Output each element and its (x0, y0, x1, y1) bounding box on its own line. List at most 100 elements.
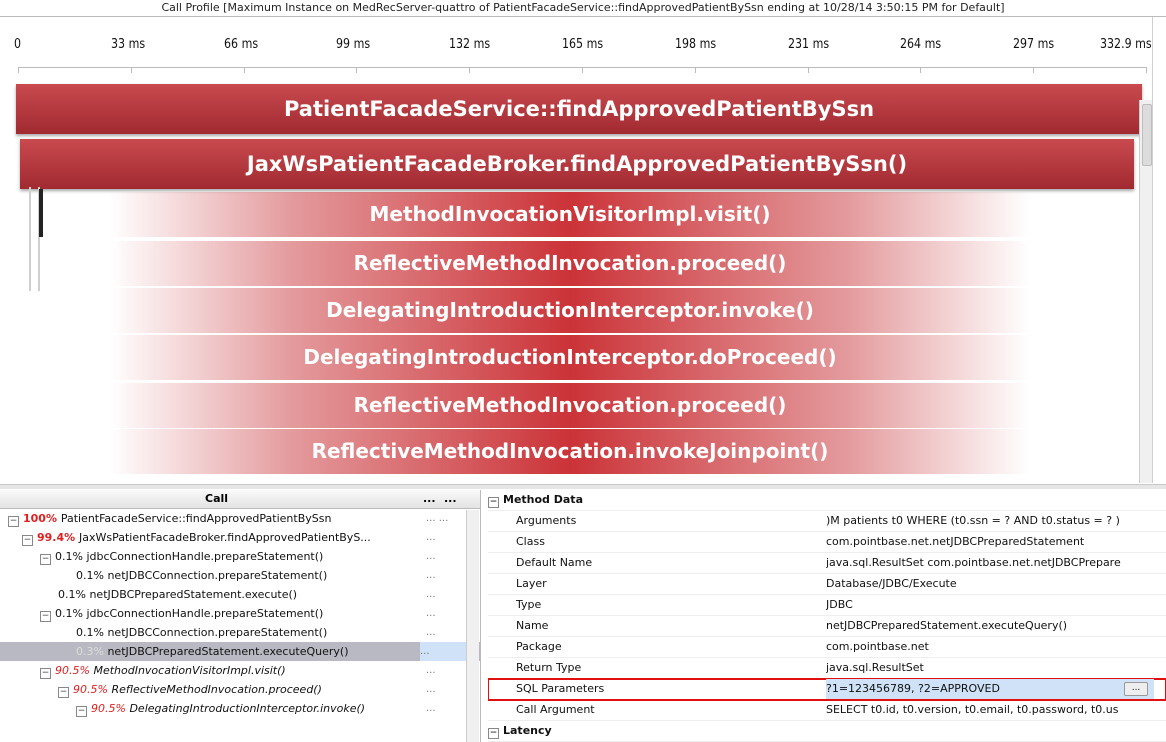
call-percent: 90.5% (73, 683, 112, 696)
row-extra: ... (426, 665, 436, 676)
call-percent: 100% (23, 512, 61, 525)
latency-section[interactable]: Latency (503, 724, 552, 737)
call-tree-scrollbar[interactable] (466, 510, 479, 742)
row-extra: ... (426, 608, 436, 619)
call-percent: 0.3% (76, 645, 108, 658)
flame-bar[interactable]: PatientFacadeService::findApprovedPatien… (16, 84, 1142, 134)
column-header[interactable]: ... (444, 490, 457, 507)
call-label: ReflectiveMethodInvocation.proceed() (111, 683, 322, 696)
property-key: Type (516, 598, 542, 611)
property-row[interactable]: Arguments)M patients t0 WHERE (t0.ssn = … (488, 511, 1166, 532)
call-percent: 90.5% (91, 702, 130, 715)
call-percent: 99.4% (37, 531, 79, 544)
time-tick-label: 264 ms (900, 37, 942, 52)
call-tree-row[interactable]: −100% PatientFacadeService::findApproved… (0, 509, 480, 528)
call-percent: 0.1% (55, 607, 87, 620)
time-tick-label: 165 ms (562, 37, 604, 52)
call-tree-row[interactable]: 0.1% netJDBCConnection.prepareStatement(… (0, 566, 480, 585)
time-tick-label: 0 (14, 37, 22, 52)
collapse-toggle-icon[interactable]: − (8, 516, 19, 527)
time-tick-label: 132 ms (449, 37, 491, 52)
property-value: java.sql.ResultSet com.pointbase.net.net… (826, 556, 1121, 569)
time-tick-label: 231 ms (787, 37, 829, 52)
flame-bar[interactable]: ReflectiveMethodInvocation.invokeJoinpoi… (110, 429, 1030, 474)
flame-bar[interactable]: ReflectiveMethodInvocation.proceed() (110, 383, 1030, 428)
call-percent: 0.1% (76, 569, 108, 582)
call-percent: 0.1% (55, 550, 87, 563)
flame-bar[interactable]: DelegatingIntroductionInterceptor.doProc… (110, 335, 1030, 380)
call-label: netJDBCConnection.prepareStatement() (107, 626, 328, 639)
call-tree-row[interactable]: 0.1% netJDBCConnection.prepareStatement(… (0, 623, 480, 642)
call-label: jdbcConnectionHandle.prepareStatement() (86, 550, 324, 563)
property-key: Class (516, 535, 545, 548)
call-tree-row[interactable]: 0.3% netJDBCPreparedStatement.executeQue… (0, 642, 480, 661)
property-row[interactable]: SQL Parameters ?1=123456789, ?2=APPROVED.… (488, 678, 1166, 701)
call-percent: 0.1% (76, 626, 108, 639)
row-extra: ... (426, 703, 436, 714)
call-tree-row[interactable]: −0.1% jdbcConnectionHandle.prepareStatem… (0, 547, 480, 566)
property-key: Default Name (516, 556, 593, 569)
property-key: Package (516, 640, 562, 653)
call-tree-row[interactable]: −90.5% MethodInvocationVisitorImpl.visit… (0, 661, 480, 680)
property-row[interactable]: Default Name java.sql.ResultSet com.point… (488, 553, 1166, 574)
flame-bar[interactable]: MethodInvocationVisitorImpl.visit() (110, 192, 1030, 237)
call-tree-row[interactable]: −0.1% jdbcConnectionHandle.prepareStatem… (0, 604, 480, 623)
call-percent: 90.5% (55, 664, 94, 677)
property-key: SQL Parameters (516, 682, 605, 695)
property-value: com.pointbase.net (826, 640, 929, 653)
collapse-toggle-icon[interactable]: − (40, 554, 51, 565)
call-label: netJDBCPreparedStatement.executeQuery() (107, 645, 349, 658)
call-tree-row[interactable]: 0.1% netJDBCPreparedStatement.execute().… (0, 585, 480, 604)
column-header[interactable]: ... (423, 490, 436, 507)
row-extra: ... (426, 589, 436, 600)
property-row[interactable]: Package com.pointbase.net (488, 637, 1166, 658)
method-data-panel: − Method Data Arguments)M patients t0 WHE… (488, 490, 1166, 742)
collapse-toggle-icon[interactable]: − (40, 611, 51, 622)
time-tick-label: 99 ms (336, 37, 371, 52)
call-label: jdbcConnectionHandle.prepareStatement() (86, 607, 324, 620)
collapse-toggle-icon[interactable]: − (58, 687, 69, 698)
property-row[interactable]: Layer Database/JDBC/Execute (488, 574, 1166, 595)
row-extra: ... (426, 627, 436, 638)
call-tree-panel: Call ... ... −100% PatientFacadeService:… (0, 490, 481, 742)
call-label: netJDBCPreparedStatement.execute() (89, 588, 298, 601)
collapse-toggle-icon[interactable]: − (22, 535, 33, 546)
property-row[interactable]: Name netJDBCPreparedStatement.executeQuer… (488, 616, 1166, 637)
time-axis (18, 67, 1146, 68)
property-key: Layer (516, 577, 547, 590)
call-column-header[interactable]: Call (205, 490, 228, 507)
time-tick-label: 66 ms (223, 37, 258, 52)
call-percent: 0.1% (58, 588, 90, 601)
method-data-section[interactable]: Method Data (503, 493, 583, 506)
property-value: java.sql.ResultSet (826, 661, 924, 674)
flame-scrollbar[interactable] (1139, 100, 1152, 483)
property-key: Arguments (516, 514, 577, 527)
call-label: PatientFacadeService::findApprovedPatien… (60, 512, 332, 525)
property-row[interactable]: Return Type java.sql.ResultSet (488, 658, 1166, 679)
edit-value-button[interactable]: ... (1124, 682, 1148, 696)
call-label: JaxWsPatientFacadeBroker.findApprovedPat… (79, 531, 371, 544)
call-label: MethodInvocationVisitorImpl.visit() (93, 664, 286, 677)
panel-splitter[interactable] (0, 484, 1166, 489)
time-tick (1146, 67, 1147, 73)
sparkline-marker (29, 187, 31, 291)
row-extra: ... (426, 570, 436, 581)
collapse-toggle-icon[interactable]: − (76, 706, 87, 717)
time-tick-label: 332.9 ms (1100, 37, 1152, 52)
property-value: netJDBCPreparedStatement.executeQuery() (826, 619, 1068, 632)
flame-bar[interactable]: ReflectiveMethodInvocation.proceed() (110, 241, 1030, 286)
property-row[interactable]: Type JDBC (488, 595, 1166, 616)
property-row[interactable]: Call Argument SELECT t0.id, t0.version, t… (488, 700, 1166, 721)
flame-bar[interactable]: JaxWsPatientFacadeBroker.findApprovedPat… (20, 139, 1134, 189)
call-tree-row[interactable]: −99.4% JaxWsPatientFacadeBroker.findAppr… (0, 528, 480, 547)
call-tree-row[interactable]: −90.5% DelegatingIntroductionInterceptor… (0, 699, 480, 718)
flame-bar[interactable]: DelegatingIntroductionInterceptor.invoke… (110, 288, 1030, 333)
row-extra: ... (426, 532, 436, 543)
property-value: SELECT t0.id, t0.version, t0.email, t0.p… (826, 703, 1119, 716)
window-title: Call Profile [Maximum Instance on MedRec… (0, 0, 1166, 17)
property-value: com.pointbase.net.netJDBCPreparedStateme… (826, 535, 1085, 548)
collapse-toggle-icon[interactable]: − (40, 668, 51, 679)
call-tree-row[interactable]: −90.5% ReflectiveMethodInvocation.procee… (0, 680, 480, 699)
property-key: Name (516, 619, 549, 632)
property-row[interactable]: Class com.pointbase.net.netJDBCPreparedSt… (488, 532, 1166, 553)
